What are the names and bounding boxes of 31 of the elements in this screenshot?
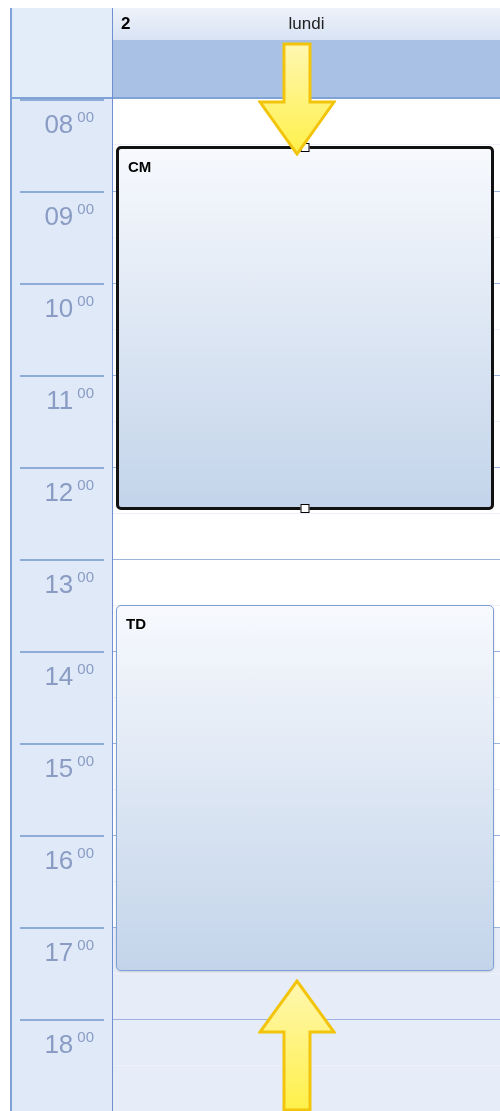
minute-label: 00 bbox=[77, 937, 94, 952]
arrow-icon bbox=[258, 979, 336, 1111]
minute-label: 00 bbox=[77, 753, 94, 768]
event-block[interactable]: TD bbox=[116, 605, 494, 971]
hour-label: 10 bbox=[44, 295, 74, 321]
minute-label: 00 bbox=[77, 477, 94, 492]
day-number: 2 bbox=[121, 13, 131, 35]
hour-label: 13 bbox=[44, 571, 74, 597]
event-block[interactable]: CM bbox=[116, 146, 494, 510]
minute-label: 00 bbox=[77, 569, 94, 584]
hour-label: 15 bbox=[44, 755, 74, 781]
day-name: lundi bbox=[288, 13, 325, 35]
event-title: TD bbox=[126, 615, 146, 632]
minute-label: 00 bbox=[77, 845, 94, 860]
minute-label: 00 bbox=[77, 201, 94, 216]
resize-handle[interactable] bbox=[300, 504, 310, 513]
hour-label: 08 bbox=[44, 111, 74, 137]
minute-label: 00 bbox=[77, 293, 94, 308]
hour-label: 14 bbox=[44, 663, 74, 689]
hour-label: 17 bbox=[44, 939, 74, 965]
hour-label: 18 bbox=[44, 1031, 74, 1057]
event-title: CM bbox=[128, 158, 152, 175]
hour-label: 09 bbox=[44, 203, 74, 229]
minute-label: 00 bbox=[77, 109, 94, 124]
minute-label: 00 bbox=[77, 385, 94, 400]
arrow-icon bbox=[258, 42, 336, 156]
minute-label: 00 bbox=[77, 661, 94, 676]
hour-label: 12 bbox=[44, 479, 74, 505]
hour-label: 11 bbox=[46, 387, 74, 413]
minute-label: 00 bbox=[77, 1029, 94, 1044]
hour-label: 16 bbox=[44, 847, 74, 873]
